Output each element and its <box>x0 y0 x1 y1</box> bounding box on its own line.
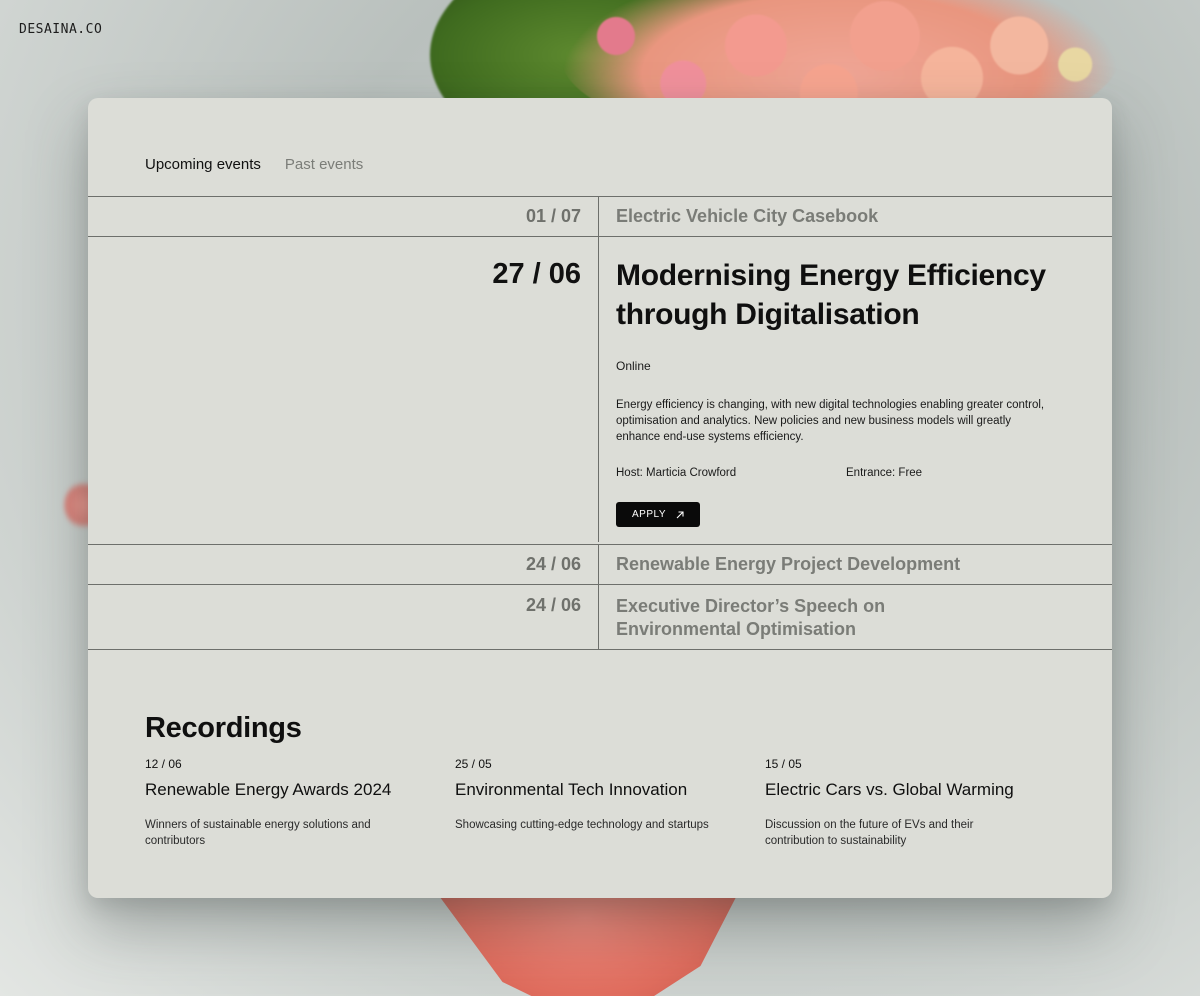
event-meta: Host: Marticia Crowford Entrance: Free <box>616 467 1052 479</box>
recordings-grid: 12 / 06 Renewable Energy Awards 2024 Win… <box>145 757 1075 849</box>
event-row[interactable]: 24 / 06 Executive Director’s Speech on E… <box>88 585 1112 650</box>
tab-past-events[interactable]: Past events <box>285 156 363 173</box>
recording-title: Environmental Tech Innovation <box>455 780 688 799</box>
recording-title: Renewable Energy Awards 2024 <box>145 780 392 799</box>
event-date: 01 / 07 <box>88 197 599 236</box>
recording-card[interactable]: 25 / 05 Environmental Tech Innovation Sh… <box>455 757 765 849</box>
event-title: Renewable Energy Project Development <box>616 554 961 574</box>
event-host: Host: Marticia Crowford <box>616 467 737 479</box>
event-details: Modernising Energy Efficiency through Di… <box>599 237 1112 544</box>
apply-button[interactable]: APPLY <box>616 502 700 527</box>
recording-date: 15 / 05 <box>765 757 802 771</box>
event-date: 24 / 06 <box>88 545 599 584</box>
events-list: 01 / 07 Electric Vehicle City Casebook 2… <box>88 196 1112 650</box>
event-title: Electric Vehicle City Casebook <box>616 206 879 226</box>
event-location: Online <box>616 359 651 373</box>
event-row[interactable]: 24 / 06 Renewable Energy Project Develop… <box>88 545 1112 585</box>
apply-button-label: APPLY <box>632 509 666 520</box>
recording-card[interactable]: 12 / 06 Renewable Energy Awards 2024 Win… <box>145 757 455 849</box>
recording-description: Discussion on the future of EVs and thei… <box>765 819 974 847</box>
event-row-expanded: 27 / 06 Modernising Energy Efficiency th… <box>88 237 1112 545</box>
event-row[interactable]: 01 / 07 Electric Vehicle City Casebook <box>88 197 1112 237</box>
event-description: Energy efficiency is changing, with new … <box>616 399 1045 443</box>
event-tabs: Upcoming events Past events <box>145 156 363 173</box>
recording-date: 12 / 06 <box>145 757 182 771</box>
arrow-up-right-icon <box>676 510 684 518</box>
tab-upcoming-events[interactable]: Upcoming events <box>145 156 261 173</box>
recording-title: Electric Cars vs. Global Warming <box>765 780 1014 799</box>
event-title: Executive Director’s Speech on Environme… <box>616 596 886 639</box>
event-entrance: Entrance: Free <box>846 467 923 479</box>
recording-date: 25 / 05 <box>455 757 492 771</box>
recording-description: Winners of sustainable energy solutions … <box>145 819 371 847</box>
recordings-title: Recordings <box>145 712 302 744</box>
recordings-section: Recordings 12 / 06 Renewable Energy Awar… <box>145 712 1075 849</box>
events-card: Upcoming events Past events 01 / 07 Elec… <box>88 98 1112 898</box>
brand-logo[interactable]: DESAINA.CO <box>19 22 102 37</box>
recording-card[interactable]: 15 / 05 Electric Cars vs. Global Warming… <box>765 757 1075 849</box>
event-date: 24 / 06 <box>88 585 599 649</box>
recording-description: Showcasing cutting-edge technology and s… <box>455 819 709 831</box>
event-date: 27 / 06 <box>88 237 599 542</box>
event-title: Modernising Energy Efficiency through Di… <box>616 259 1046 331</box>
